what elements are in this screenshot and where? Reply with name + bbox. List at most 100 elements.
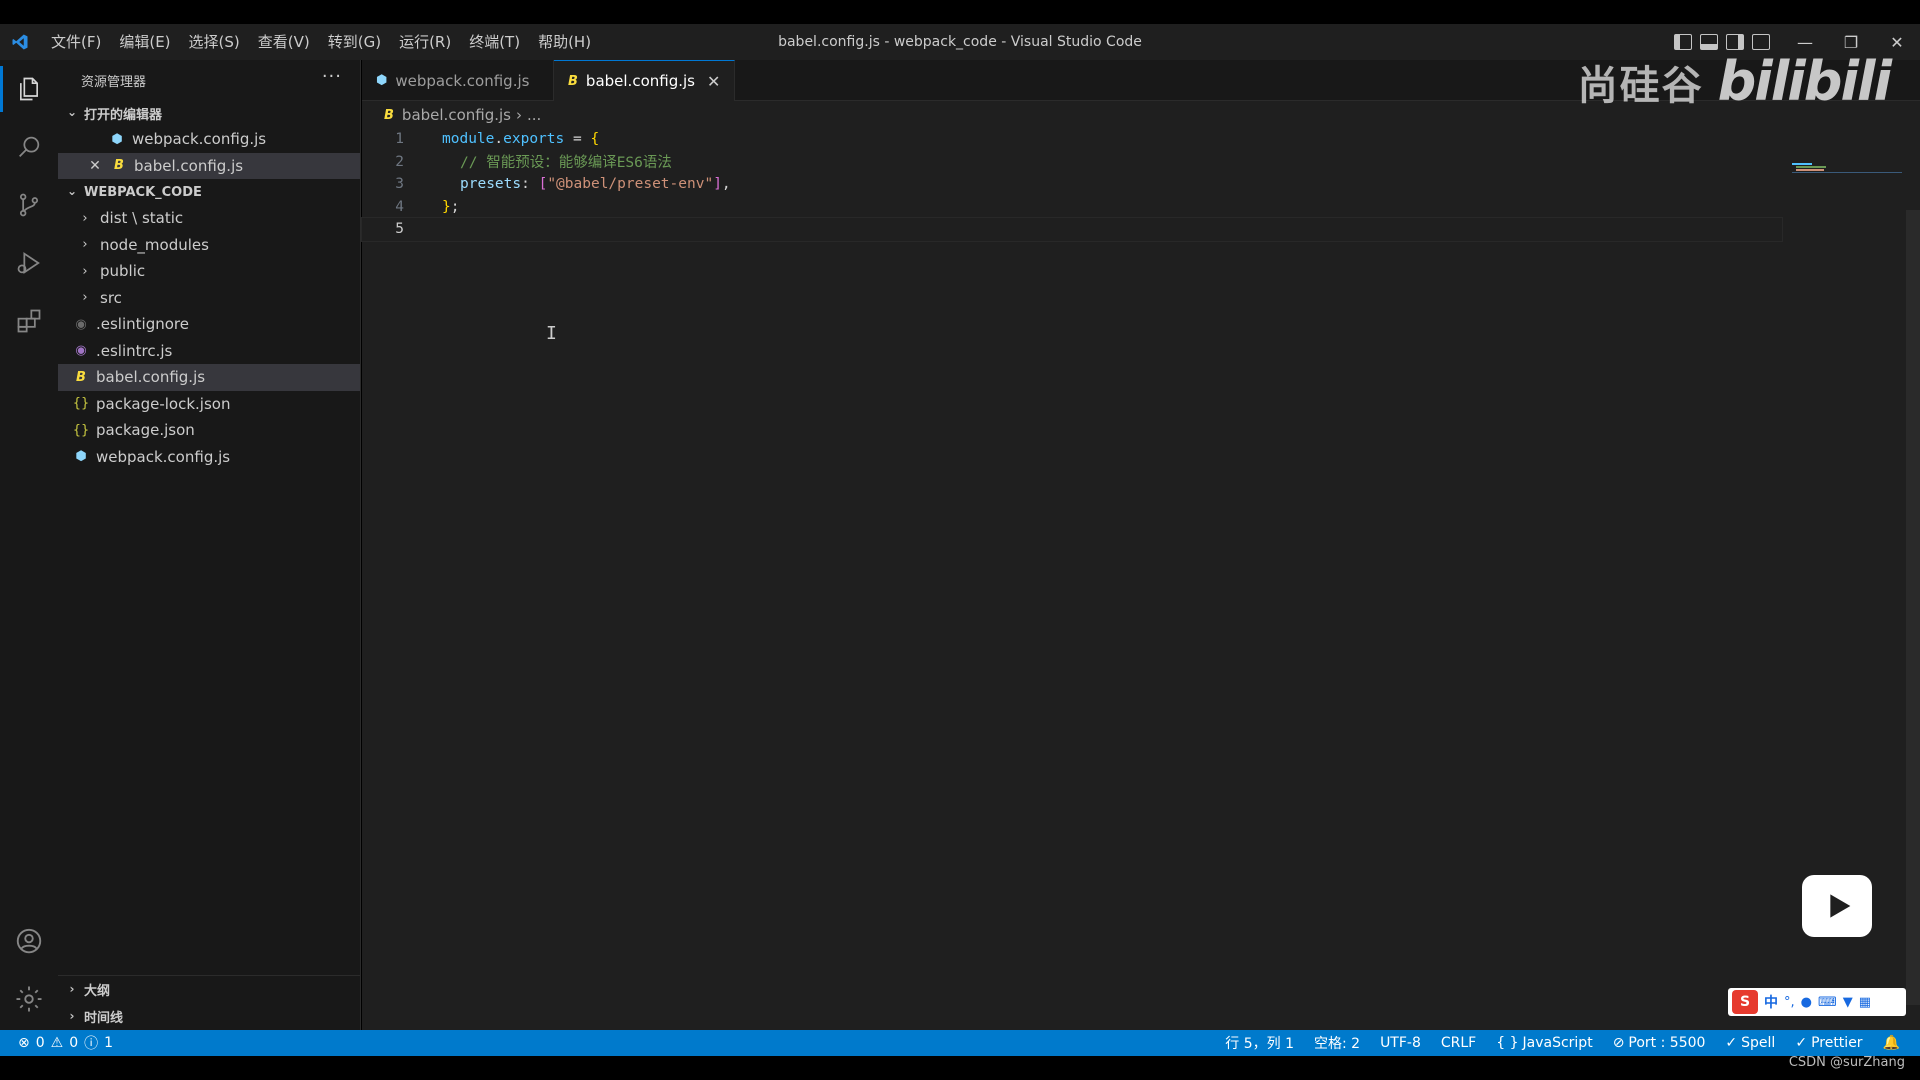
play-icon	[1802, 875, 1872, 937]
encoding[interactable]: UTF-8	[1380, 1035, 1421, 1051]
language-mode[interactable]: { } JavaScript	[1496, 1035, 1592, 1051]
menu-help[interactable]: 帮助(H)	[529, 24, 600, 60]
indentation[interactable]: 空格: 2	[1314, 1033, 1360, 1053]
menu-file[interactable]: 文件(F)	[42, 24, 110, 60]
project-title: WEBPACK_CODE	[84, 184, 202, 200]
cursor-position[interactable]: 行 5，列 1	[1225, 1033, 1294, 1053]
breadcrumb-file[interactable]: babel.config.js	[402, 106, 511, 124]
breadcrumb-symbol[interactable]: ...	[527, 106, 541, 124]
explorer-icon[interactable]	[0, 60, 58, 118]
menu-view[interactable]: 查看(V)	[249, 24, 319, 60]
run-debug-icon[interactable]	[0, 234, 58, 292]
tab-label: webpack.config.js	[395, 71, 530, 90]
ime-punctuation[interactable]: °,	[1784, 995, 1795, 1010]
code-editor[interactable]: 1 module.exports = { 2 // 智能预设：能够编译ES6语法…	[361, 128, 1783, 1008]
line-number: 2	[395, 153, 404, 170]
vscode-logo-icon	[0, 24, 40, 60]
chevron-down-icon: ⌄	[66, 184, 78, 198]
editor-area: ⬢ webpack.config.js B babel.config.js ✕ …	[361, 60, 1920, 1030]
open-editor-item[interactable]: ✕ B babel.config.js	[58, 152, 360, 179]
tree-folder[interactable]: › node_modules	[58, 232, 360, 259]
tree-folder[interactable]: › public	[58, 258, 360, 285]
code-line: 3 presets: ["@babel/preset-env"],	[362, 173, 1782, 196]
toggle-secondary-sidebar-icon[interactable]	[1726, 34, 1744, 50]
close-tab-icon[interactable]: ✕	[707, 72, 720, 91]
menu-run[interactable]: 运行(R)	[390, 24, 460, 60]
project-section[interactable]: ⌄ WEBPACK_CODE	[58, 179, 360, 205]
menu-edit[interactable]: 编辑(E)	[110, 24, 179, 60]
spell-check[interactable]: ✓ Spell	[1725, 1035, 1775, 1051]
check-icon: ✓	[1725, 1035, 1738, 1051]
problems-indicator[interactable]: ⊗ 0 ⚠ 0 ⓘ 1	[0, 1033, 113, 1053]
toolbox-icon[interactable]: ▦	[1859, 995, 1871, 1010]
search-icon[interactable]	[0, 118, 58, 176]
timeline-section[interactable]: › 时间线	[58, 1003, 360, 1030]
json-icon: {}	[72, 422, 90, 438]
tab-babel-config[interactable]: B babel.config.js ✕	[554, 60, 736, 101]
source-control-icon[interactable]	[0, 176, 58, 234]
text-cursor-icon: I	[546, 323, 557, 344]
activity-bar	[0, 60, 58, 1030]
json-icon: {}	[72, 396, 90, 412]
prettier-status[interactable]: ✓ Prettier	[1795, 1035, 1862, 1051]
code-line: 4 };	[362, 196, 1782, 219]
info-count: 1	[104, 1035, 114, 1051]
outline-section[interactable]: › 大纲	[58, 976, 360, 1003]
minimap[interactable]	[1792, 160, 1902, 174]
chevron-right-icon: ›	[82, 290, 88, 306]
tree-label: package.json	[96, 421, 195, 440]
ime-mode[interactable]: 中	[1764, 992, 1778, 1012]
tree-folder[interactable]: › src	[58, 285, 360, 312]
tree-folder[interactable]: › dist \ static	[58, 205, 360, 232]
tree-file[interactable]: {} package-lock.json	[58, 391, 360, 418]
credit-watermark: CSDN @surZhang	[1788, 1055, 1905, 1070]
keyboard-icon[interactable]: ⌨	[1818, 995, 1837, 1010]
close-icon[interactable]: ✕	[86, 158, 104, 174]
toggle-primary-sidebar-icon[interactable]	[1674, 34, 1692, 50]
status-right: 行 5，列 1 空格: 2 UTF-8 CRLF { } JavaScript ⊘…	[1225, 1033, 1900, 1053]
microphone-icon[interactable]: ●	[1801, 995, 1812, 1010]
ime-toolbar[interactable]: S 中 °, ● ⌨ ▼ ▦	[1728, 988, 1906, 1016]
outline-title: 大纲	[84, 984, 111, 999]
open-editor-label: webpack.config.js	[132, 130, 267, 149]
warning-count: 0	[69, 1035, 79, 1051]
no-entry-icon: ⊘	[1612, 1035, 1625, 1051]
more-actions-icon[interactable]: ···	[322, 66, 342, 87]
tab-label: babel.config.js	[585, 72, 695, 90]
prettier-label: Prettier	[1811, 1035, 1863, 1051]
tree-file[interactable]: ◉ .eslintrc.js	[58, 338, 360, 365]
window-title: babel.config.js - webpack_code - Visual …	[778, 34, 1142, 50]
open-editors-section[interactable]: ⌄ 打开的编辑器	[58, 100, 360, 126]
tree-file[interactable]: {} package.json	[58, 417, 360, 444]
code-comment: // 智能预设：能够编译ES6语法	[460, 155, 672, 172]
check-icon: ✓	[1795, 1035, 1808, 1051]
tree-file[interactable]: ⬢ webpack.config.js	[58, 444, 360, 471]
status-bar: ⊗ 0 ⚠ 0 ⓘ 1 行 5，列 1 空格: 2 UTF-8 CRLF { }…	[0, 1030, 1920, 1056]
editor-scrollbar[interactable]	[1906, 210, 1920, 1005]
customize-layout-icon[interactable]	[1752, 34, 1770, 50]
code-line: 2 // 智能预设：能够编译ES6语法	[362, 151, 1782, 174]
tree-file[interactable]: B babel.config.js	[58, 364, 360, 391]
tree-label: webpack.config.js	[96, 447, 231, 466]
settings-gear-icon[interactable]	[0, 970, 58, 1028]
skin-icon[interactable]: ▼	[1843, 995, 1853, 1010]
sogou-logo: S	[1732, 990, 1758, 1014]
tree-file[interactable]: ◉ .eslintignore	[58, 311, 360, 338]
menu-go[interactable]: 转到(G)	[319, 24, 390, 60]
error-icon: ⊗	[18, 1035, 30, 1051]
menu-selection[interactable]: 选择(S)	[180, 24, 249, 60]
open-editor-item[interactable]: ⬢ webpack.config.js	[58, 126, 360, 153]
notifications-bell-icon[interactable]: 🔔	[1883, 1035, 1900, 1051]
tab-webpack-config[interactable]: ⬢ webpack.config.js	[362, 60, 554, 101]
language-label: JavaScript	[1522, 1035, 1593, 1051]
babel-icon: B	[114, 158, 124, 174]
tree-label: node_modules	[100, 235, 209, 254]
menu-terminal[interactable]: 终端(T)	[460, 24, 529, 60]
open-editor-label: babel.config.js	[134, 156, 244, 175]
end-of-line[interactable]: CRLF	[1441, 1035, 1476, 1051]
toggle-panel-icon[interactable]	[1700, 34, 1718, 50]
live-server-port[interactable]: ⊘ Port : 5500	[1613, 1035, 1706, 1051]
accounts-icon[interactable]	[0, 912, 58, 970]
extensions-icon[interactable]	[0, 292, 58, 350]
tree-label: babel.config.js	[96, 368, 206, 387]
